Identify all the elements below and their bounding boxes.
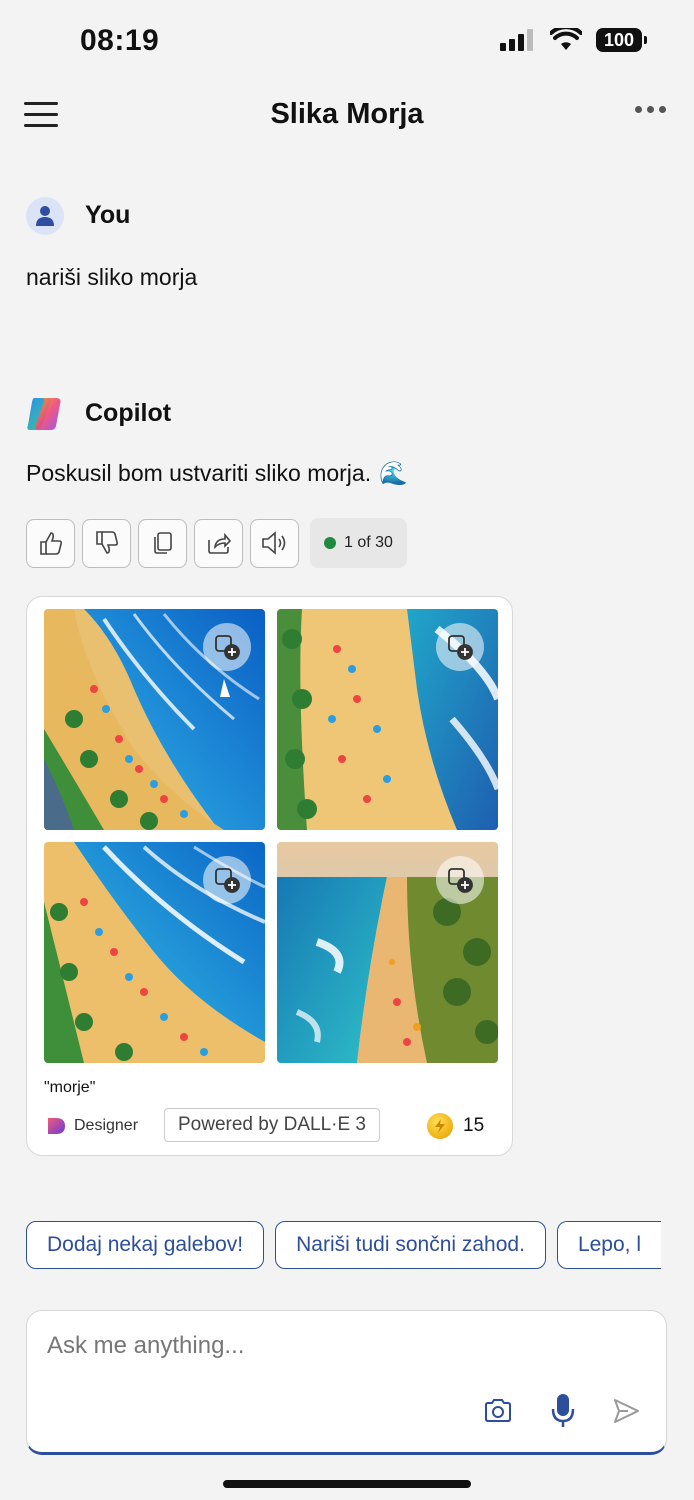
thumbs-down-button[interactable] xyxy=(82,518,131,568)
copy-add-icon xyxy=(215,868,240,893)
boost-credits: 15 xyxy=(427,1113,484,1139)
designer-link[interactable]: Designer xyxy=(45,1115,138,1137)
chat-input-box xyxy=(26,1310,667,1455)
wifi-icon xyxy=(550,28,582,50)
image-caption: "morje" xyxy=(44,1079,96,1096)
copilot-message-row: Poskusil bom ustvariti sliko morja. 🌊 xyxy=(26,460,408,487)
designer-logo-icon xyxy=(48,1118,65,1134)
user-name: You xyxy=(85,201,131,229)
designer-label: Designer xyxy=(74,1117,139,1134)
page-title: Slika Morja xyxy=(270,98,424,130)
chat-input[interactable] xyxy=(45,1331,629,1361)
thumbs-up-button[interactable] xyxy=(26,518,75,568)
message-actions: 1 of 30 xyxy=(26,518,407,568)
camera-icon[interactable] xyxy=(483,1397,513,1425)
add-to-collection-button[interactable] xyxy=(203,856,251,904)
speaker-icon xyxy=(261,531,285,555)
read-aloud-button[interactable] xyxy=(250,518,299,568)
share-button[interactable] xyxy=(194,518,243,568)
generated-image-4[interactable] xyxy=(277,842,498,1063)
battery-indicator: 100 xyxy=(596,28,647,52)
copy-add-icon xyxy=(448,635,473,660)
image-card: "morje" Designer Powered by DALL·E 3 15 xyxy=(26,596,513,1156)
share-icon xyxy=(207,532,231,554)
suggestion-chip[interactable]: Nariši tudi sončni zahod. xyxy=(275,1221,546,1269)
add-to-collection-button[interactable] xyxy=(436,856,484,904)
copilot-message: Poskusil bom ustvariti sliko morja. xyxy=(26,460,372,486)
user-avatar xyxy=(26,197,64,235)
response-counter: 1 of 30 xyxy=(310,518,407,568)
copy-add-icon xyxy=(215,635,240,660)
copilot-logo-icon xyxy=(27,398,61,430)
add-to-collection-button[interactable] xyxy=(203,623,251,671)
more-options-icon[interactable] xyxy=(635,106,666,113)
copy-button[interactable] xyxy=(138,518,187,568)
status-time: 08:19 xyxy=(80,24,160,57)
suggestion-chips: Dodaj nekaj galebov! Nariši tudi sončni … xyxy=(26,1221,661,1269)
add-to-collection-button[interactable] xyxy=(436,623,484,671)
user-message: nariši sliko morja xyxy=(26,264,198,290)
suggestion-chip[interactable]: Dodaj nekaj galebov! xyxy=(26,1221,265,1269)
generated-image-2[interactable] xyxy=(277,609,498,830)
home-indicator xyxy=(223,1480,471,1488)
powered-by-badge: Powered by DALL·E 3 xyxy=(164,1108,380,1142)
copy-add-icon xyxy=(448,868,473,893)
thumbs-up-icon xyxy=(39,532,62,555)
counter-text: 1 of 30 xyxy=(344,534,393,551)
generated-image-3[interactable] xyxy=(44,842,265,1063)
status-dot xyxy=(324,537,336,549)
status-icons: 100 xyxy=(500,28,647,52)
generated-image-1[interactable] xyxy=(44,609,265,830)
signal-icon xyxy=(500,29,533,51)
copy-icon xyxy=(153,532,172,554)
send-icon[interactable] xyxy=(612,1397,640,1425)
wave-emoji: 🌊 xyxy=(379,460,408,486)
microphone-icon[interactable] xyxy=(550,1393,576,1429)
credits-count: 15 xyxy=(463,1115,485,1136)
copilot-name: Copilot xyxy=(85,399,172,427)
thumbs-down-icon xyxy=(95,531,118,554)
person-icon xyxy=(36,206,54,226)
suggestion-chip[interactable]: Lepo, l xyxy=(556,1221,661,1269)
coin-icon xyxy=(427,1113,453,1139)
